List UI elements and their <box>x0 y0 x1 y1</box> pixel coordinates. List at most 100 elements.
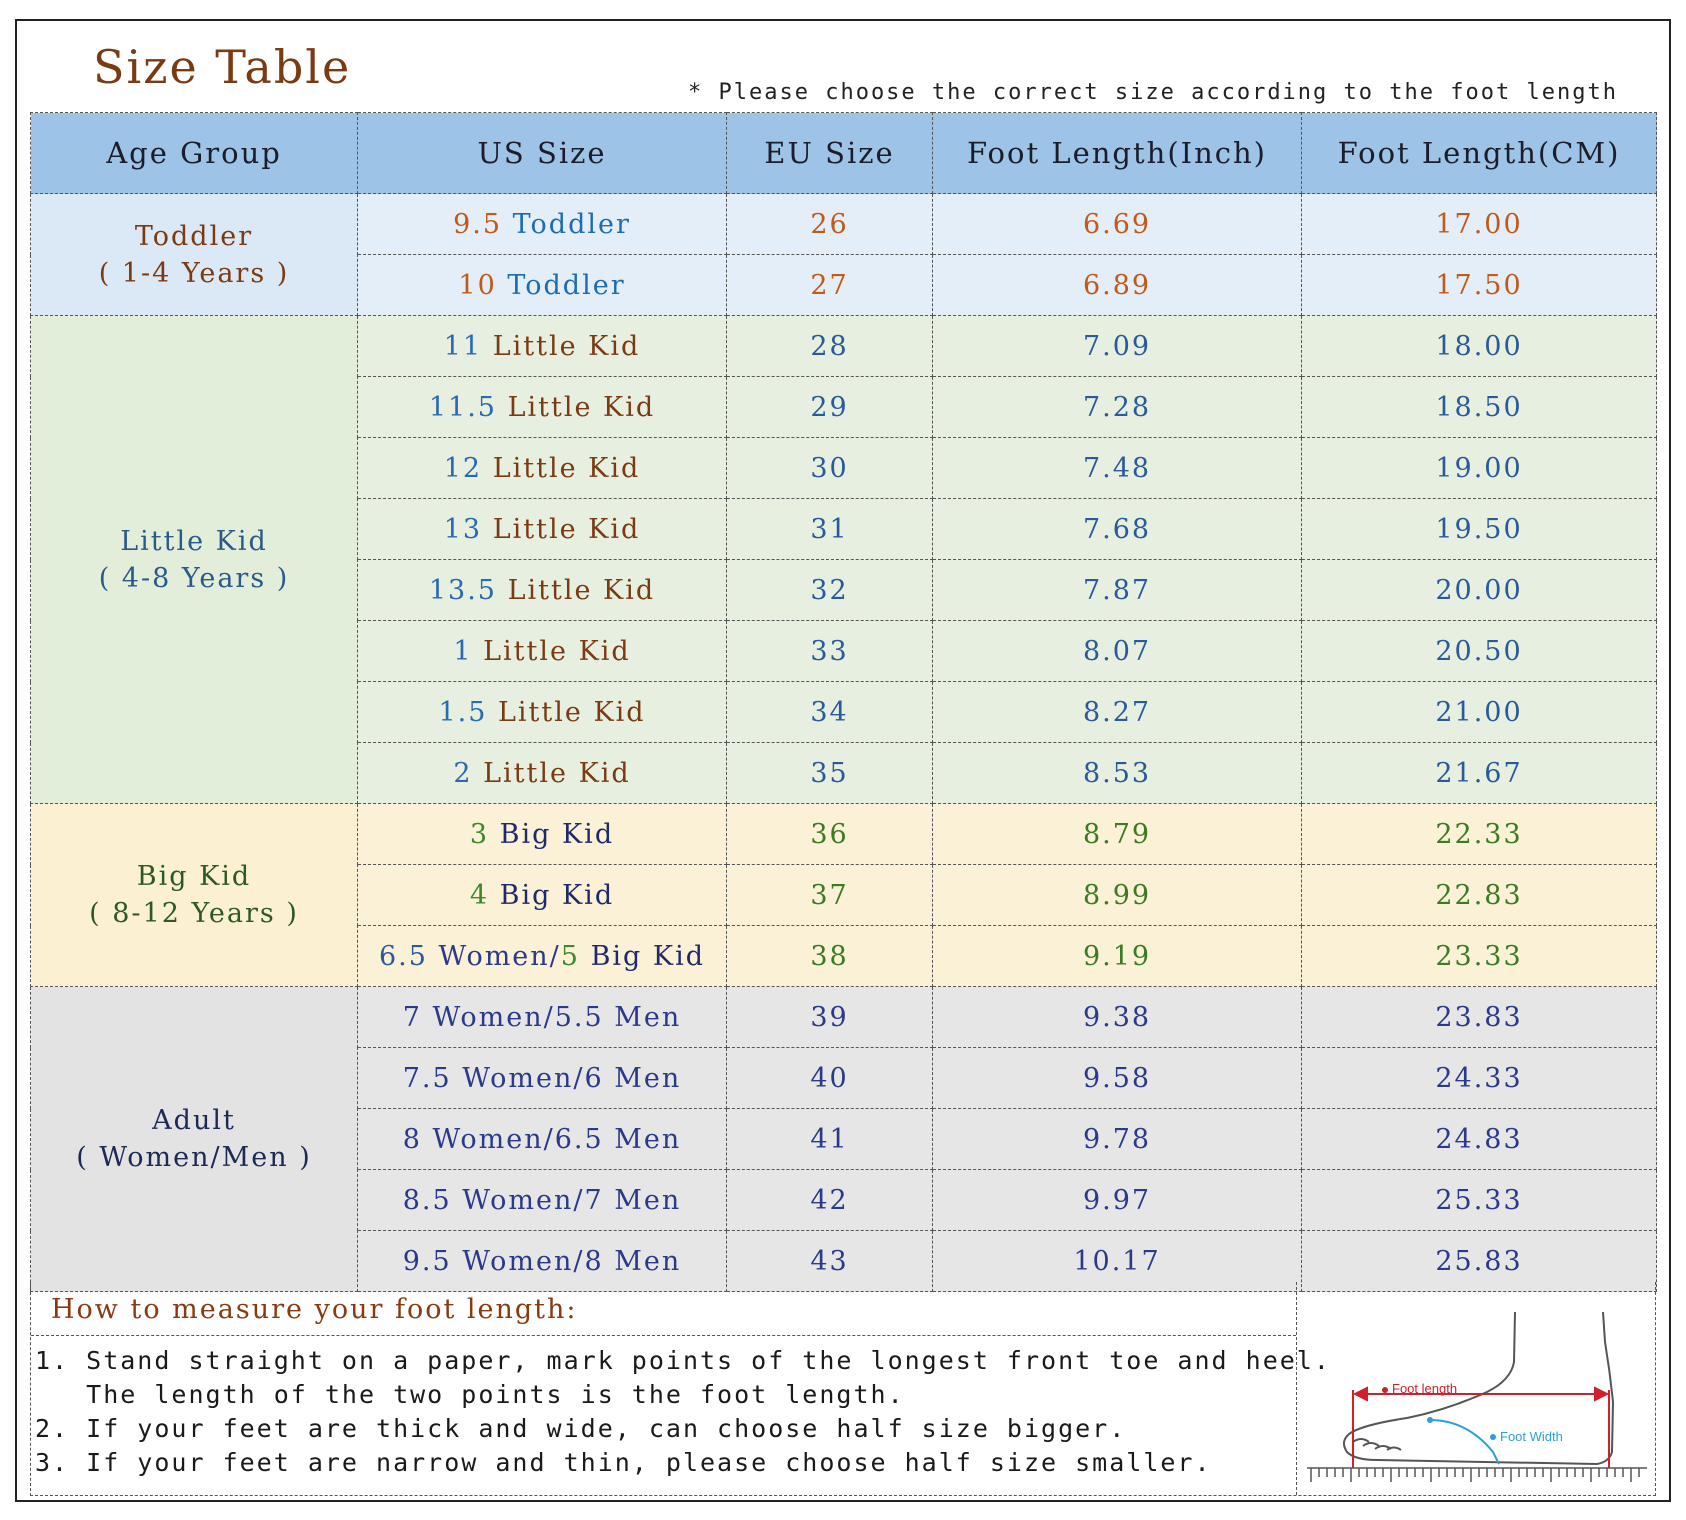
inch-cell: 9.78 <box>932 1108 1302 1170</box>
cm-cell: 19.50 <box>1301 498 1657 560</box>
cm-cell: 17.50 <box>1301 254 1657 316</box>
group-big-kid: Big Kid ( 8-12 Years ) <box>30 803 358 987</box>
inch-cell: 7.87 <box>932 559 1302 621</box>
table-row: Adult ( Women/Men ) 7 Women/5.5 Men 39 9… <box>30 986 1657 1292</box>
ruler-icon <box>1307 1467 1647 1482</box>
us-size-label: Little Kid <box>507 391 656 423</box>
measure-instructions: How to measure your foot length: 1. Stan… <box>31 1282 1331 1495</box>
measure-steps: 1. Stand straight on a paper, mark point… <box>31 1336 1331 1480</box>
inch-cell: 8.79 <box>932 803 1302 865</box>
table-row: Little Kid ( 4-8 Years ) 11 Little Kid 2… <box>30 315 1657 804</box>
measure-step: 3. If your feet are narrow and thin, ple… <box>35 1448 1212 1477</box>
inch-cell: 9.58 <box>932 1047 1302 1109</box>
eu-size-cell: 29 <box>726 376 933 438</box>
us-size-cell: 2 Little Kid <box>357 742 727 804</box>
eu-size-cell: 32 <box>726 559 933 621</box>
eu-size-cell: 42 <box>726 1169 933 1231</box>
us-size-cell: 13.5 Little Kid <box>357 559 727 621</box>
cm-cell: 23.33 <box>1301 925 1657 987</box>
cm-cell: 18.50 <box>1301 376 1657 438</box>
us-size-label: Big Kid <box>499 818 615 850</box>
inch-cell: 7.09 <box>932 315 1302 377</box>
us-size-number: 11.5 <box>428 391 497 423</box>
eu-size-cell: 28 <box>726 315 933 377</box>
eu-size-cell: 40 <box>726 1047 933 1109</box>
us-size-cell: 11.5 Little Kid <box>357 376 727 438</box>
header-eu-size: EU Size <box>726 112 933 194</box>
us-size-cell: 10 Toddler <box>357 254 727 316</box>
inch-cell: 7.48 <box>932 437 1302 499</box>
inch-cell: 8.53 <box>932 742 1302 804</box>
measure-step: The length of the two points is the foot… <box>35 1380 905 1409</box>
us-size-number: 2 <box>453 757 473 789</box>
us-size-cell: 9.5 Toddler <box>357 193 727 255</box>
cm-cell: 20.00 <box>1301 559 1657 621</box>
group-name: Toddler <box>134 220 254 252</box>
foot-width-point-icon <box>1427 1417 1433 1423</box>
us-size-cell: 13 Little Kid <box>357 498 727 560</box>
us-size-number: 3 <box>469 818 490 850</box>
size-table: Age Group US Size EU Size Foot Length(In… <box>30 112 1657 1292</box>
foot-diagram-svg: Foot length Foot Width <box>1307 1311 1647 1482</box>
cm-cell: 22.83 <box>1301 864 1657 926</box>
measure-section: How to measure your foot length: 1. Stan… <box>30 1282 1656 1496</box>
us-size-label: Little Kid <box>497 696 646 728</box>
cm-cell: 18.00 <box>1301 315 1657 377</box>
foot-length-arrow <box>1352 1386 1610 1468</box>
foot-width-curve <box>1429 1419 1500 1465</box>
measure-step: 2. If your feet are thick and wide, can … <box>35 1414 1127 1443</box>
measure-step: 1. Stand straight on a paper, mark point… <box>35 1346 1331 1375</box>
us-size-cell: 11 Little Kid <box>357 315 727 377</box>
inch-cell: 8.27 <box>932 681 1302 743</box>
us-size-number: 4 <box>469 879 490 911</box>
foot-width-dot-icon <box>1490 1434 1496 1440</box>
size-table-wrap: Age Group US Size EU Size Foot Length(In… <box>30 112 1657 1292</box>
header-foot-length-inch: Foot Length(Inch) <box>932 112 1302 194</box>
us-size-number: 11 <box>443 330 483 362</box>
us-size-cell: 6.5 Women/5 Big Kid <box>357 925 727 987</box>
eu-size-cell: 33 <box>726 620 933 682</box>
header-us-size: US Size <box>357 112 727 194</box>
us-size-cell: 4 Big Kid <box>357 864 727 926</box>
cm-cell: 24.83 <box>1301 1108 1657 1170</box>
us-size-number: 9.5 <box>453 208 503 240</box>
header-age-group: Age Group <box>30 112 358 194</box>
us-size-cell: 1 Little Kid <box>357 620 727 682</box>
us-size-label: Little Kid <box>492 330 641 362</box>
size-note: * Please choose the correct size accordi… <box>688 80 1618 105</box>
us-size-number: 12 <box>443 452 483 484</box>
inch-cell: 9.38 <box>932 986 1302 1048</box>
us-size-label: Big Kid <box>499 879 615 911</box>
us-size-label: Little Kid <box>492 452 641 484</box>
group-adult: Adult ( Women/Men ) <box>30 986 358 1292</box>
eu-size-cell: 37 <box>726 864 933 926</box>
page-title: Size Table <box>93 40 352 94</box>
cm-cell: 21.00 <box>1301 681 1657 743</box>
us-size-label: Little Kid <box>483 757 631 789</box>
foot-diagram: Foot length Foot Width <box>1297 1282 1655 1495</box>
table-header-row: Age Group US Size EU Size Foot Length(In… <box>30 112 1657 194</box>
us-size-label-2: Big Kid <box>590 940 705 972</box>
cm-cell: 24.33 <box>1301 1047 1657 1109</box>
us-size-label: Women/ <box>438 940 561 972</box>
table-row: Big Kid ( 8-12 Years ) 3 Big Kid 36 8.79… <box>30 803 1657 987</box>
us-size-cell: 7 Women/5.5 Men <box>357 986 727 1048</box>
us-size-number: 1 <box>453 635 473 667</box>
us-size-label: Toddler <box>507 269 626 301</box>
eu-size-cell: 36 <box>726 803 933 865</box>
us-size-number-2: 5 <box>560 940 580 972</box>
group-range: ( 4-8 Years ) <box>98 562 290 594</box>
group-range: ( 1-4 Years ) <box>98 257 290 289</box>
eu-size-cell: 30 <box>726 437 933 499</box>
group-name: Adult <box>152 1105 236 1136</box>
us-size-cell: 8.5 Women/7 Men <box>357 1169 727 1231</box>
foot-length-label: Foot length <box>1392 1381 1457 1396</box>
cm-cell: 17.00 <box>1301 193 1657 255</box>
us-size-number: 13 <box>443 513 483 545</box>
eu-size-cell: 26 <box>726 193 933 255</box>
us-size-cell: 3 Big Kid <box>357 803 727 865</box>
group-name: Big Kid <box>136 861 252 892</box>
eu-size-cell: 31 <box>726 498 933 560</box>
inch-cell: 7.28 <box>932 376 1302 438</box>
eu-size-cell: 35 <box>726 742 933 804</box>
